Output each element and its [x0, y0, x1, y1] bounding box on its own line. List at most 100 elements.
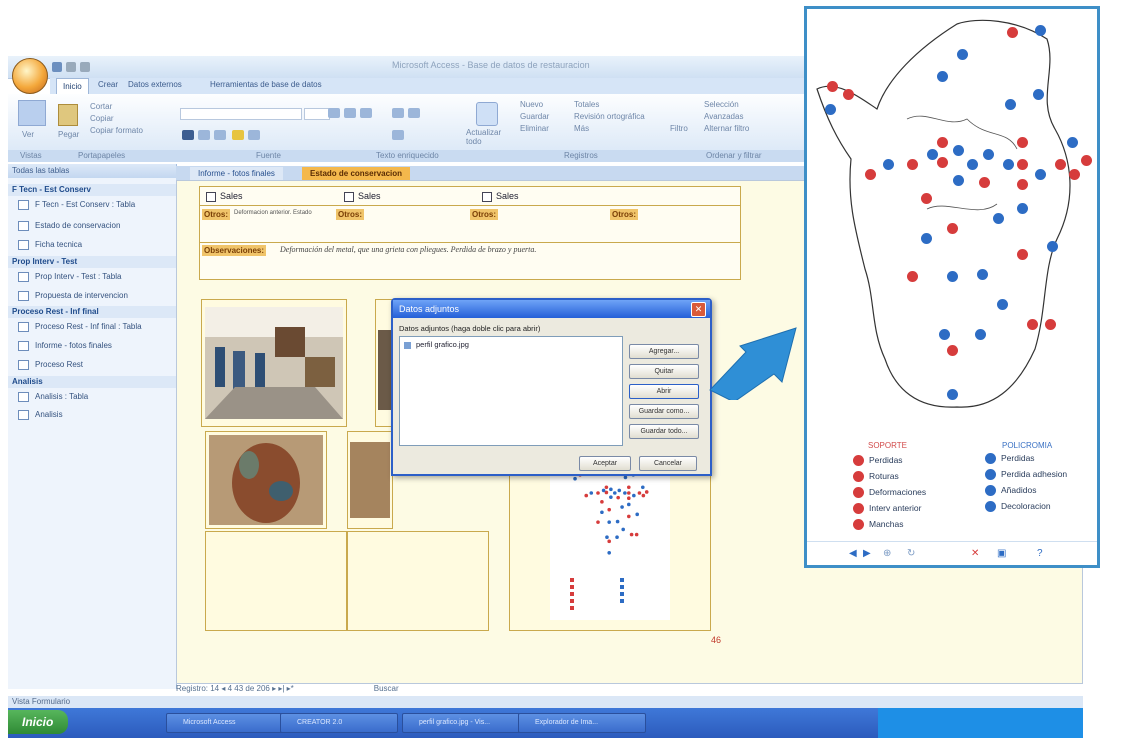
nav-header[interactable]: Todas las tablas [8, 164, 176, 178]
agregar-button[interactable]: Agregar... [629, 344, 699, 359]
sales-checkbox-3[interactable]: Sales [482, 191, 519, 202]
group-texto-enriquecido: Texto enriquecido [376, 151, 439, 160]
abrir-button[interactable]: Abrir [629, 384, 699, 399]
seleccion-button[interactable]: Selección [704, 100, 739, 109]
otros-field-1[interactable]: Deformacion anterior. Estado [234, 209, 324, 217]
help-icon[interactable]: ? [1037, 548, 1043, 559]
font-name-field[interactable] [180, 108, 302, 120]
sales-checkbox-1[interactable]: Sales [206, 191, 243, 202]
marker-red-icon [853, 503, 864, 514]
guardar-todo-button[interactable]: Guardar todo... [629, 424, 699, 439]
nav-item[interactable]: Estado de conservacion [18, 219, 172, 232]
nav-section-ftecn[interactable]: F Tecn - Est Conserv [8, 184, 176, 196]
sales-checkbox-2[interactable]: Sales [344, 191, 381, 202]
totales-button[interactable]: Totales [574, 100, 599, 109]
photo-frame[interactable] [201, 299, 347, 427]
underline-icon[interactable] [214, 130, 226, 140]
redo-icon[interactable] [80, 62, 90, 72]
save-icon[interactable]: ▣ [997, 548, 1006, 559]
actualizar-button[interactable]: Actualizar todo [466, 128, 506, 146]
record-navigator[interactable]: Registro: 14 ◂ 4 43 de 206 ▸ ▸| ▸* Buscar [176, 684, 576, 696]
nav-item[interactable]: Propuesta de intervencion [18, 289, 172, 302]
observaciones-field[interactable]: Deformación del metal, que una grieta co… [280, 245, 730, 254]
nav-item[interactable]: F Tecn - Est Conserv : Tabla [18, 198, 172, 211]
nav-section-procesorest[interactable]: Proceso Rest - Inf final [8, 306, 176, 318]
indent-icon[interactable] [392, 108, 404, 118]
photo-frame-empty[interactable] [347, 531, 489, 631]
next-icon[interactable]: ▶ [863, 548, 871, 559]
view-icon[interactable] [18, 100, 46, 126]
taskbar-item[interactable]: perfil grafico.jpg - Vis... [402, 713, 520, 733]
nav-item[interactable]: Ficha tecnica [18, 238, 172, 251]
alternar-filtro-button[interactable]: Alternar filtro [704, 124, 749, 133]
nav-item[interactable]: Proceso Rest - Inf final : Tabla [18, 320, 172, 333]
refresh-icon[interactable] [476, 102, 498, 126]
taskbar-item[interactable]: CREATOR 2.0 [280, 713, 398, 733]
photo-frame[interactable] [347, 431, 393, 529]
thumbnail-marker [613, 491, 617, 495]
italic-icon[interactable] [198, 130, 210, 140]
ver-button[interactable]: Ver [22, 130, 34, 139]
revision-button[interactable]: Revisión ortográfica [574, 112, 645, 121]
tab-informe-fotos[interactable]: Informe - fotos finales [190, 167, 283, 180]
align-left-icon[interactable] [328, 108, 340, 118]
nav-item[interactable]: Analisis [18, 408, 172, 421]
start-button[interactable]: Inicio [8, 710, 68, 734]
delete-icon[interactable]: ✕ [971, 548, 979, 559]
damage-marker-policromia [825, 104, 836, 115]
attachments-list[interactable]: perfil grafico.jpg [399, 336, 623, 446]
damage-marker-policromia [947, 389, 958, 400]
save-icon[interactable] [52, 62, 62, 72]
tab-datos-externos[interactable]: Datos externos [128, 80, 182, 89]
align-right-icon[interactable] [360, 108, 372, 118]
photo-frame[interactable] [205, 431, 327, 529]
undo-icon[interactable] [66, 62, 76, 72]
bold-icon[interactable] [182, 130, 194, 140]
photo-frame-empty[interactable] [205, 531, 347, 631]
cancelar-button[interactable]: Cancelar [639, 456, 697, 471]
nav-item[interactable]: Analisis : Tabla [18, 390, 172, 403]
guardar-button[interactable]: Guardar [520, 112, 549, 121]
font-size-field[interactable] [304, 108, 330, 120]
nav-item[interactable]: Informe - fotos finales [18, 339, 172, 352]
mas-button[interactable]: Más [574, 124, 589, 133]
quitar-button[interactable]: Quitar [629, 364, 699, 379]
align-center-icon[interactable] [344, 108, 356, 118]
cortar-button[interactable]: Cortar [90, 102, 112, 111]
tab-inicio[interactable]: Inicio [56, 78, 89, 94]
guardar-como-button[interactable]: Guardar como... [629, 404, 699, 419]
tab-estado-conservacion[interactable]: Estado de conservacion [302, 167, 411, 180]
nav-item[interactable]: Prop Interv - Test : Tabla [18, 270, 172, 283]
image-file-icon [404, 341, 411, 349]
eliminar-button[interactable]: Eliminar [520, 124, 549, 133]
nuevo-button[interactable]: Nuevo [520, 100, 543, 109]
buscar-field[interactable]: Buscar [374, 684, 399, 693]
copiar-button[interactable]: Copiar [90, 114, 114, 123]
fill-color-icon[interactable] [232, 130, 244, 140]
outdent-icon[interactable] [408, 108, 420, 118]
filtro-button[interactable]: Filtro [670, 124, 688, 133]
tab-herramientas[interactable]: Herramientas de base de datos [210, 80, 322, 89]
navigation-pane: Todas las tablas F Tecn - Est Conserv F … [8, 164, 177, 689]
nav-item[interactable]: Proceso Rest [18, 358, 172, 371]
aceptar-button[interactable]: Aceptar [579, 456, 631, 471]
zoom-icon[interactable]: ⊕ [883, 548, 891, 559]
office-button[interactable] [12, 58, 48, 94]
prev-icon[interactable]: ◀ [849, 548, 857, 559]
grid-icon[interactable] [248, 130, 260, 140]
figure-outline [816, 19, 1071, 408]
nav-section-propinterv[interactable]: Prop Interv - Test [8, 256, 176, 268]
taskbar-item[interactable]: Microsoft Access [166, 713, 284, 733]
tab-crear[interactable]: Crear [98, 80, 118, 89]
rotate-icon[interactable]: ↻ [907, 548, 915, 559]
nav-section-analisis[interactable]: Analisis [8, 376, 176, 388]
paste-icon[interactable] [58, 104, 78, 126]
legend-item: Perdidas [869, 455, 903, 465]
taskbar-item[interactable]: Explorador de Ima... [518, 713, 646, 733]
copiar-formato-button[interactable]: Copiar formato [90, 126, 143, 135]
pegar-button[interactable]: Pegar [58, 130, 79, 139]
list-icon[interactable] [392, 130, 404, 140]
avanzadas-button[interactable]: Avanzadas [704, 112, 743, 121]
attachment-item[interactable]: perfil grafico.jpg [404, 340, 469, 349]
nav-item-label: Propuesta de intervencion [35, 291, 128, 300]
